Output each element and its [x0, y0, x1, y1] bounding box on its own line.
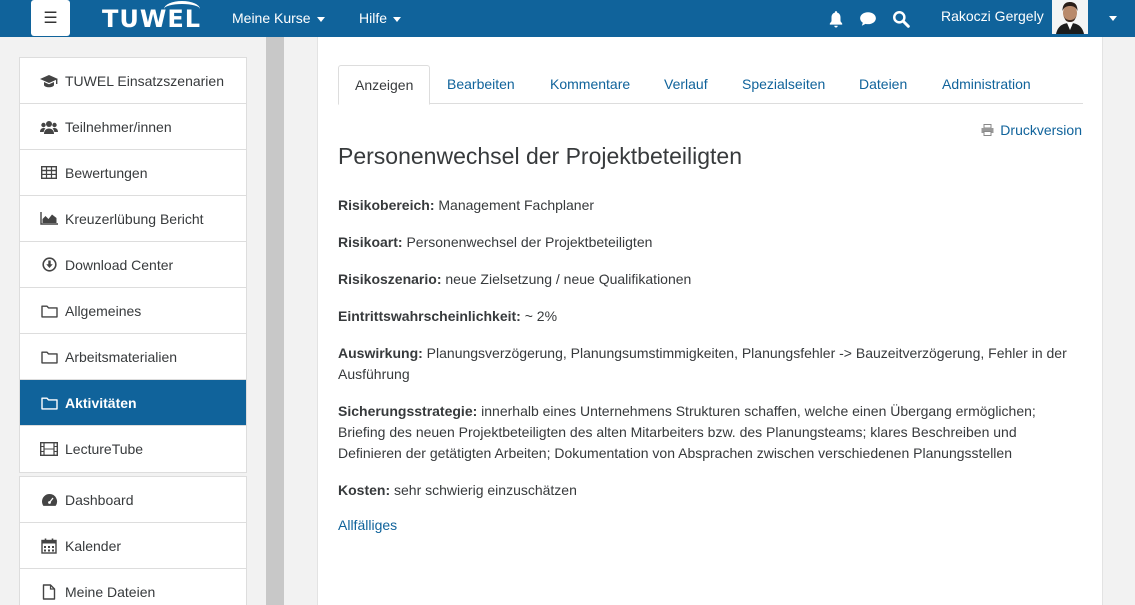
sidebar-item-label: Dashboard	[65, 491, 134, 508]
sidebar-item-tuwel-einsatzszenarien[interactable]: TUWEL Einsatzszenarien	[20, 58, 246, 104]
field-eintrittswahrscheinlichkeit: Eintrittswahrscheinlichkeit: ~ 2%	[338, 306, 1073, 327]
sidebar-item-teilnehmer[interactable]: Teilnehmer/innen	[20, 104, 246, 150]
page-title: Personenwechsel der Projektbeteiligten	[338, 143, 743, 169]
folder-icon	[40, 303, 58, 319]
sidebar-item-label: LectureTube	[65, 441, 144, 457]
folder-icon	[40, 395, 58, 411]
field-label: Auswirkung:	[338, 345, 423, 361]
tab-dateien[interactable]: Dateien	[859, 65, 907, 104]
download-icon	[40, 257, 58, 273]
sidebar-item-label: Kreuzerlübung Bericht	[65, 210, 204, 227]
sidebar-item-meine-dateien[interactable]: Meine Dateien	[20, 569, 246, 605]
sidebar-item-arbeitsmaterialien[interactable]: Arbeitsmaterialien	[20, 334, 246, 380]
field-value: Management Fachplaner	[434, 197, 595, 213]
sidebar-item-aktivitaeten[interactable]: Aktivitäten	[20, 380, 246, 426]
sidebar-item-label: Kalender	[65, 537, 122, 554]
tab-anzeigen[interactable]: Anzeigen	[338, 65, 431, 105]
calendar-icon	[40, 538, 58, 554]
film-icon	[40, 441, 58, 457]
sidebar-item-label: Meine Dateien	[65, 584, 156, 600]
chevron-down-icon	[316, 16, 325, 22]
tab-bearbeiten[interactable]: Bearbeiten	[447, 65, 515, 104]
tab-kommentare[interactable]: Kommentare	[550, 65, 630, 104]
top-navbar: ☰ TUWEL Meine Kurse Hilfe Rakoczi Gergel…	[0, 0, 1135, 37]
sidebar-item-kalender[interactable]: Kalender	[20, 523, 246, 569]
area-chart-icon	[40, 211, 58, 227]
nav-hilfe-label: Hilfe	[359, 10, 388, 26]
sidebar-item-label: Aktivitäten	[65, 394, 137, 411]
field-value: neue Zielsetzung / neue Qualifikationen	[441, 271, 692, 287]
sidebar-item-allgemeines[interactable]: Allgemeines	[20, 288, 246, 334]
folder-icon	[40, 349, 58, 365]
field-label: Kosten:	[338, 482, 391, 498]
table-icon	[40, 165, 58, 181]
users-icon	[40, 119, 58, 135]
sidebar-item-kreuzeruebung-bericht[interactable]: Kreuzerlübung Bericht	[20, 196, 246, 242]
file-icon	[40, 584, 58, 600]
user-menu-chevron-icon[interactable]	[1109, 16, 1117, 21]
nav-meine-kurse-label: Meine Kurse	[232, 10, 311, 26]
sidebar-item-label: Allgemeines	[65, 302, 142, 319]
printer-icon	[981, 124, 994, 136]
sidebar-item-dashboard[interactable]: Dashboard	[20, 477, 246, 523]
sidebar-item-label: Download Center	[65, 256, 174, 273]
field-kosten: Kosten: sehr schwierig einzuschätzen	[338, 480, 1073, 501]
sidebar-item-label: Arbeitsmaterialien	[65, 348, 178, 365]
tab-administration[interactable]: Administration	[942, 65, 1031, 104]
tuwel-logo[interactable]: TUWEL	[102, 1, 201, 34]
field-label: Eintrittswahrscheinlichkeit:	[338, 308, 521, 324]
hamburger-icon: ☰	[43, 10, 58, 27]
tab-verlauf[interactable]: Verlauf	[664, 65, 708, 104]
avatar[interactable]	[1052, 0, 1088, 34]
sidebar-item-label: Teilnehmer/innen	[65, 118, 172, 135]
field-value: Planungsverzögerung, Planungsumstimmigke…	[338, 345, 1067, 382]
sidebar-item-bewertungen[interactable]: Bewertungen	[20, 150, 246, 196]
user-name[interactable]: Rakoczi Gergely	[941, 0, 1044, 33]
course-nav-group: TUWEL Einsatzszenarien Teilnehmer/innen …	[19, 57, 247, 473]
main-content: Anzeigen Bearbeiten Kommentare Verlauf S…	[317, 37, 1103, 605]
dashboard-icon	[40, 492, 58, 508]
sidebar-item-label: Bewertungen	[65, 164, 148, 181]
graduation-cap-icon	[40, 73, 58, 89]
field-label: Risikoart:	[338, 234, 403, 250]
chevron-down-icon	[393, 16, 402, 22]
print-version-label: Druckversion	[1000, 122, 1082, 138]
bell-icon[interactable]	[827, 10, 845, 28]
field-risikobereich: Risikobereich: Management Fachplaner	[338, 195, 1073, 216]
link-allfaelliges[interactable]: Allfälliges	[338, 517, 397, 533]
sidebar-item-label: TUWEL Einsatzszenarien	[65, 72, 224, 89]
avatar-image	[1052, 0, 1088, 34]
field-label: Risikoszenario:	[338, 271, 442, 287]
field-risikoart: Risikoart: Personenwechsel der Projektbe…	[338, 232, 1073, 253]
field-value: Personenwechsel der Projektbeteiligten	[402, 234, 653, 250]
field-auswirkung: Auswirkung: Planungsverzögerung, Planung…	[338, 343, 1073, 385]
field-sicherungsstrategie: Sicherungsstrategie: innerhalb eines Unt…	[338, 401, 1073, 464]
search-icon[interactable]	[892, 10, 910, 28]
site-nav-group: Dashboard Kalender Meine Dateien	[19, 476, 247, 605]
field-value: sehr schwierig einzuschätzen	[390, 482, 577, 498]
sidebar-item-download-center[interactable]: Download Center	[20, 242, 246, 288]
nav-hilfe[interactable]: Hilfe	[359, 0, 402, 37]
sidebar-scrollbar[interactable]	[266, 37, 284, 605]
menu-toggle-button[interactable]: ☰	[31, 0, 70, 36]
print-version-link[interactable]: Druckversion	[981, 122, 1082, 138]
chat-icon[interactable]	[859, 10, 877, 28]
tab-spezialseiten[interactable]: Spezialseiten	[742, 65, 825, 104]
sidebar-item-lecturetube[interactable]: LectureTube	[20, 426, 246, 472]
field-label: Risikobereich:	[338, 197, 435, 213]
field-value: ~ 2%	[520, 308, 558, 324]
wiki-tabs: Anzeigen Bearbeiten Kommentare Verlauf S…	[338, 65, 1083, 105]
nav-meine-kurse[interactable]: Meine Kurse	[232, 0, 325, 37]
field-label: Sicherungsstrategie:	[338, 403, 478, 419]
field-risikoszenario: Risikoszenario: neue Zielsetzung / neue …	[338, 269, 1073, 290]
logo-swoosh	[164, 1, 200, 17]
